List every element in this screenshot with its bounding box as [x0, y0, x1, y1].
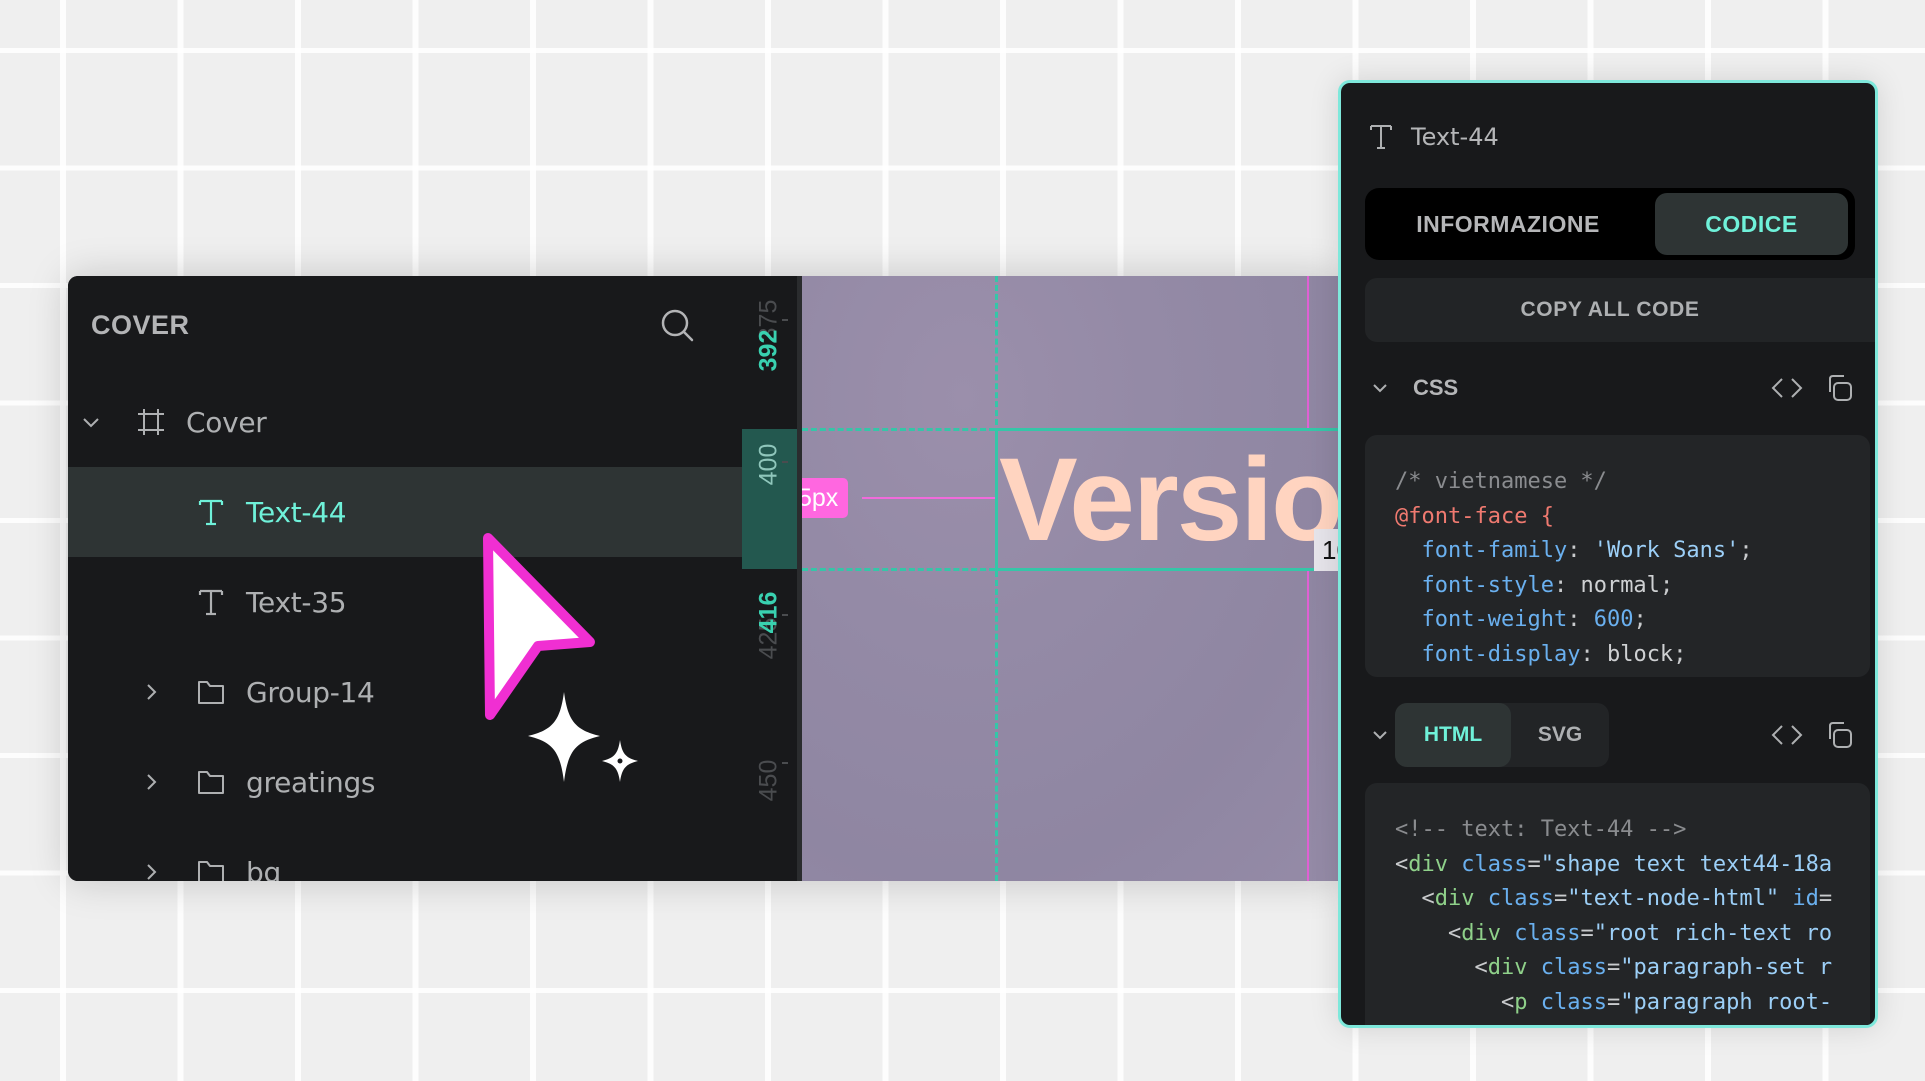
- chevron-right-icon[interactable]: [140, 861, 162, 881]
- copy-icon[interactable]: [1825, 373, 1855, 403]
- ruler-highlight-end: 416: [754, 591, 783, 634]
- code-comment: /* vietnamese */: [1395, 469, 1607, 494]
- layer-label: Group-14: [246, 675, 375, 709]
- code-value: 'Work Sans': [1593, 538, 1740, 563]
- layer-item-cover[interactable]: Cover: [68, 377, 742, 467]
- search-icon[interactable]: [658, 306, 698, 346]
- css-section-title: CSS: [1413, 375, 1459, 400]
- code-class-value: root rich-text ro: [1606, 920, 1833, 946]
- inspect-panel: Text-44 INFORMAZIONE CODICE COPY ALL COD…: [1338, 80, 1878, 1028]
- code-class-value: text-node-html: [1580, 886, 1766, 911]
- ruler-tick: [782, 461, 788, 463]
- ruler-highlight-start: 392: [754, 329, 783, 372]
- copy-all-code-button[interactable]: COPY ALL CODE: [1365, 278, 1875, 342]
- sparkle-icon: [528, 692, 638, 782]
- layer-label: bg: [246, 855, 281, 882]
- layers-panel: COVER Cover Text-44 Text-35 Group-14 gre…: [68, 276, 742, 881]
- tab-informazione[interactable]: INFORMAZIONE: [1370, 193, 1646, 255]
- text-icon: [198, 499, 224, 526]
- guide-line-vertical: [995, 276, 998, 881]
- layer-name: Text-44: [1411, 123, 1499, 151]
- ruler-tick-label: 450: [754, 759, 783, 802]
- css-code-block[interactable]: /* vietnamese */ @font-face { font-family…: [1365, 435, 1870, 677]
- code-comment: <!-- text: Text-44 -->: [1395, 817, 1687, 842]
- folder-icon: [198, 681, 224, 704]
- code-class-value: paragraph-set r: [1633, 955, 1833, 980]
- folder-icon: [198, 771, 224, 794]
- chevron-right-icon[interactable]: [140, 681, 162, 703]
- html-svg-toggle: HTML SVG: [1395, 703, 1609, 767]
- guide-line-horizontal: [802, 428, 995, 431]
- guide-line-horizontal: [802, 568, 995, 571]
- folder-icon: [198, 861, 224, 881]
- layer-item-text-44[interactable]: Text-44: [68, 467, 742, 557]
- css-section-header: CSS: [1365, 363, 1855, 413]
- code-icon[interactable]: [1769, 373, 1805, 403]
- code-class-value: paragraph root-: [1633, 989, 1833, 1015]
- code-class-value: shape text text44-18a: [1553, 851, 1833, 877]
- layer-label: Text-35: [246, 585, 347, 619]
- distance-badge: 5px: [802, 478, 849, 518]
- measure-line-top: [1307, 276, 1309, 428]
- inspect-tabs: INFORMAZIONE CODICE: [1365, 188, 1855, 260]
- code-line-clipped: src: url(https://design.penpot: [1422, 676, 1819, 677]
- page-title: COVER: [91, 310, 190, 340]
- text-icon: [1370, 125, 1392, 149]
- chevron-down-icon[interactable]: [80, 411, 102, 433]
- layer-item-text-35[interactable]: Text-35: [68, 557, 742, 647]
- code-property: font-style: [1421, 572, 1554, 598]
- tab-svg[interactable]: SVG: [1511, 703, 1609, 767]
- tab-codice[interactable]: CODICE: [1655, 193, 1848, 255]
- ruler-tick: [782, 614, 788, 616]
- editor-window: COVER Cover Text-44 Text-35 Group-14 gre…: [68, 276, 1340, 881]
- ruler-tick-label: 400: [754, 443, 783, 486]
- code-icon[interactable]: [1769, 720, 1805, 750]
- inspect-header: Text-44: [1369, 123, 1499, 151]
- layer-label: Text-44: [246, 495, 347, 529]
- chevron-down-icon[interactable]: [1369, 724, 1391, 746]
- code-value: 600: [1593, 607, 1634, 632]
- ruler-tick: [782, 319, 788, 321]
- ruler-tick: [782, 762, 788, 764]
- layer-item-bg[interactable]: bg: [68, 827, 742, 881]
- layer-label: Cover: [186, 405, 267, 439]
- chevron-right-icon[interactable]: [140, 771, 162, 793]
- chevron-down-icon[interactable]: [1369, 377, 1391, 399]
- code-property: font-display: [1421, 641, 1581, 667]
- selection-box[interactable]: [995, 428, 1340, 571]
- size-badge: 107 x 2: [1314, 529, 1340, 571]
- design-canvas[interactable]: Versio 5px 107 x 2: [802, 276, 1340, 881]
- tab-html[interactable]: HTML: [1395, 703, 1511, 767]
- code-value: block: [1606, 641, 1674, 667]
- code-property: font-weight: [1421, 607, 1568, 632]
- board-icon: [138, 409, 164, 435]
- code-at-rule: @font-face {: [1395, 503, 1554, 529]
- text-icon: [198, 589, 224, 616]
- measure-line-horizontal: [862, 497, 995, 499]
- code-value: normal: [1580, 572, 1660, 598]
- measure-line-bottom: [1307, 571, 1309, 881]
- html-code-block[interactable]: <!-- text: Text-44 --> <div class="shape …: [1365, 783, 1870, 1025]
- layer-label: greatings: [246, 765, 376, 799]
- code-property: font-family: [1421, 538, 1568, 563]
- copy-icon[interactable]: [1825, 720, 1855, 750]
